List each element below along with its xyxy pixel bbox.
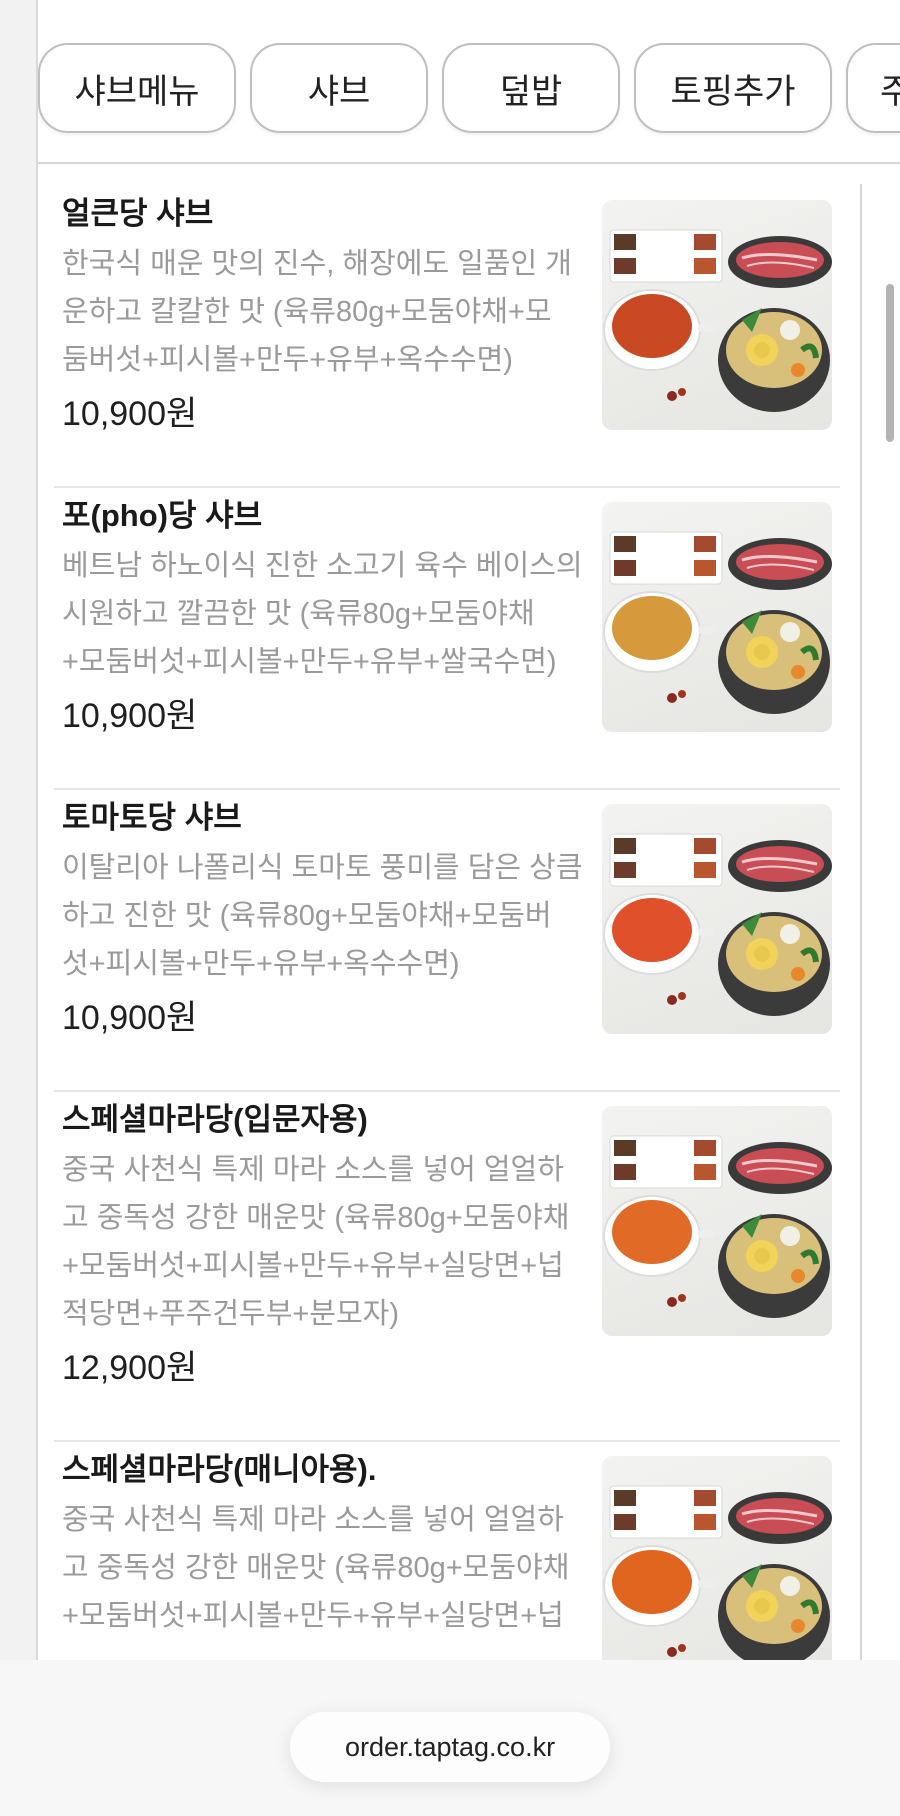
description-line: +모둠버섯+피시볼+만두+유부+쌀국수면) (62, 646, 557, 678)
menu-list: 얼큰당 샤브한국식 매운 맛의 진수, 해장에도 일품인 개운하고 칼칼한 맛 … (38, 184, 862, 1660)
menu-item-price: 10,900원 (62, 999, 198, 1037)
menu-item-name: 스페셜마라당(입문자용) (62, 1102, 368, 1137)
description-line: 한국식 매운 맛의 진수, 해장에도 일품인 개 (62, 248, 572, 280)
menu-item-name: 포(pho)당 샤브 (62, 498, 263, 533)
description-line: 이탈리아 나폴리식 토마토 풍미를 담은 상큼 (62, 852, 583, 884)
description-line: +모둠버섯+피시볼+만두+유부+실당면+넙 (62, 1250, 564, 1282)
menu-item-photo (602, 502, 832, 732)
category-tab-bar: 샤브메뉴 샤브 덮밥 토핑추가 주 (38, 0, 900, 164)
menu-item-photo (602, 1106, 832, 1336)
description-line: 고 중독성 강한 매운맛 (육류80g+모둠야채 (62, 1202, 570, 1234)
menu-item[interactable]: 스페셜마라당(입문자용) 중국 사천식 특제 마라 소스를 넣어 얼얼하고 중독성… (54, 1090, 840, 1442)
menu-item[interactable]: 얼큰당 샤브한국식 매운 맛의 진수, 해장에도 일품인 개운하고 칼칼한 맛 … (54, 184, 840, 488)
menu-item-price: 10,900원 (62, 697, 198, 735)
description-line: 섯+피시볼+만두+유부+옥수수면) (62, 948, 460, 980)
menu-item-description: 이탈리아 나폴리식 토마토 풍미를 담은 상큼하고 진한 맛 (육류80g+모둠… (62, 844, 592, 988)
food-illustration (603, 1135, 832, 1318)
tab-truncated[interactable]: 주 (846, 43, 900, 133)
food-illustration (603, 1485, 832, 1660)
browser-bottom-bar: order.taptag.co.kr (0, 1660, 900, 1816)
description-line: +모둠버섯+피시볼+만두+유부+실당면+넙 (62, 1600, 564, 1632)
menu-item-photo (602, 200, 832, 430)
menu-item-description: 베트남 하노이식 진한 소고기 육수 베이스의시원하고 깔끔한 맛 (육류80g… (62, 542, 592, 686)
food-illustration (603, 833, 832, 1016)
description-line: 적당면+푸주건두부+분모자) (62, 1298, 400, 1330)
description-line: 고 중독성 강한 매운맛 (육류80g+모둠야채 (62, 1552, 570, 1584)
menu-item-name: 얼큰당 샤브 (62, 196, 214, 231)
menu-frame: 샤브메뉴 샤브 덮밥 토핑추가 주 얼큰당 샤브한국식 매운 맛의 진수, 해장… (38, 0, 900, 1660)
menu-item[interactable]: 스페셜마라당(매니아용). 중국 사천식 특제 마라 소스를 넣어 얼얼하고 중독… (54, 1440, 840, 1660)
menu-item-text: 스페셜마라당(입문자용) 중국 사천식 특제 마라 소스를 넣어 얼얼하고 중독성… (62, 1098, 592, 1394)
menu-item-name: 스페셜마라당(매니아용). (62, 1452, 377, 1487)
menu-item[interactable]: 토마토당 샤브이탈리아 나폴리식 토마토 풍미를 담은 상큼하고 진한 맛 (육… (54, 788, 840, 1092)
menu-item-description: 한국식 매운 맛의 진수, 해장에도 일품인 개운하고 칼칼한 맛 (육류80g… (62, 240, 592, 384)
menu-item-description: 중국 사천식 특제 마라 소스를 넣어 얼얼하고 중독성 강한 매운맛 (육류8… (62, 1496, 592, 1640)
food-illustration (603, 229, 832, 412)
menu-item-description: 중국 사천식 특제 마라 소스를 넣어 얼얼하고 중독성 강한 매운맛 (육류8… (62, 1146, 592, 1338)
page-left-strip (0, 0, 38, 1660)
menu-item-photo (602, 1456, 832, 1660)
menu-item-text: 포(pho)당 샤브베트남 하노이식 진한 소고기 육수 베이스의시원하고 깔끔… (62, 494, 592, 742)
tab-shabu[interactable]: 샤브 (250, 43, 428, 133)
menu-item-name: 토마토당 샤브 (62, 800, 242, 835)
description-line: 둠버섯+피시볼+만두+유부+옥수수면) (62, 344, 513, 376)
description-line: 시원하고 깔끔한 맛 (육류80g+모둠야채 (62, 598, 535, 630)
tab-topping-add[interactable]: 토핑추가 (634, 43, 832, 133)
menu-item[interactable]: 포(pho)당 샤브베트남 하노이식 진한 소고기 육수 베이스의시원하고 깔끔… (54, 486, 840, 790)
menu-item-text: 스페셜마라당(매니아용). 중국 사천식 특제 마라 소스를 넣어 얼얼하고 중독… (62, 1448, 592, 1640)
description-line: 중국 사천식 특제 마라 소스를 넣어 얼얼하 (62, 1504, 564, 1536)
menu-item-price: 10,900원 (62, 395, 198, 433)
menu-item-text: 얼큰당 샤브한국식 매운 맛의 진수, 해장에도 일품인 개운하고 칼칼한 맛 … (62, 192, 592, 440)
description-line: 운하고 칼칼한 맛 (육류80g+모둠야채+모 (62, 296, 552, 328)
url-bar[interactable]: order.taptag.co.kr (290, 1712, 610, 1782)
menu-item-price: 12,900원 (62, 1349, 198, 1387)
description-line: 베트남 하노이식 진한 소고기 육수 베이스의 (62, 550, 583, 582)
description-line: 하고 진한 맛 (육류80g+모둠야채+모둠버 (62, 900, 552, 932)
tab-rice-bowl[interactable]: 덮밥 (442, 43, 620, 133)
tab-shabu-menu[interactable]: 샤브메뉴 (38, 43, 236, 133)
category-tabs: 샤브메뉴 샤브 덮밥 토핑추가 주 (38, 43, 900, 133)
scrollbar[interactable] (886, 284, 894, 442)
description-line: 중국 사천식 특제 마라 소스를 넣어 얼얼하 (62, 1154, 564, 1186)
menu-item-text: 토마토당 샤브이탈리아 나폴리식 토마토 풍미를 담은 상큼하고 진한 맛 (육… (62, 796, 592, 1044)
food-illustration (603, 531, 832, 714)
menu-item-photo (602, 804, 832, 1034)
